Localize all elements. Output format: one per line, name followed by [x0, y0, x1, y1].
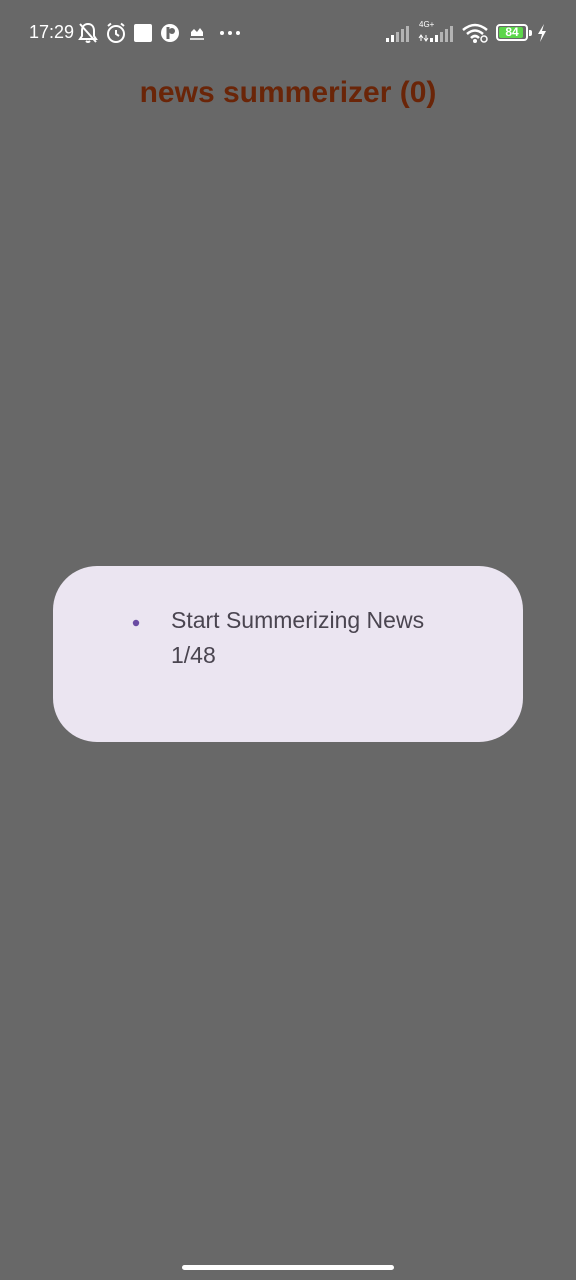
more-dots-icon	[219, 22, 241, 44]
network-type-label: 4G+	[419, 20, 435, 29]
charging-icon	[536, 22, 548, 44]
app-notification-icon	[160, 22, 180, 44]
bell-off-icon	[78, 22, 98, 44]
progress-spinner-icon	[132, 614, 140, 627]
home-indicator[interactable]	[182, 1265, 394, 1270]
square-notification-icon	[133, 22, 153, 44]
alarm-icon	[105, 22, 127, 44]
app-screen: 17:29 4G+ 84 news summerizer (0) Start S…	[0, 0, 576, 1280]
progress-message: Start Summerizing News 1/48	[171, 607, 425, 668]
status-time: 17:29	[29, 22, 75, 42]
battery-tip	[529, 30, 532, 36]
battery-icon: 84	[496, 24, 528, 41]
wifi-icon	[461, 22, 489, 44]
status-bar: 17:29 4G+ 84	[0, 0, 576, 68]
signal-4g-icon: 4G+	[418, 20, 456, 44]
cloud-icon	[188, 22, 206, 44]
signal-icon	[385, 22, 411, 44]
battery-level: 84	[505, 25, 519, 39]
page-title: news summerizer (0)	[139, 76, 437, 109]
